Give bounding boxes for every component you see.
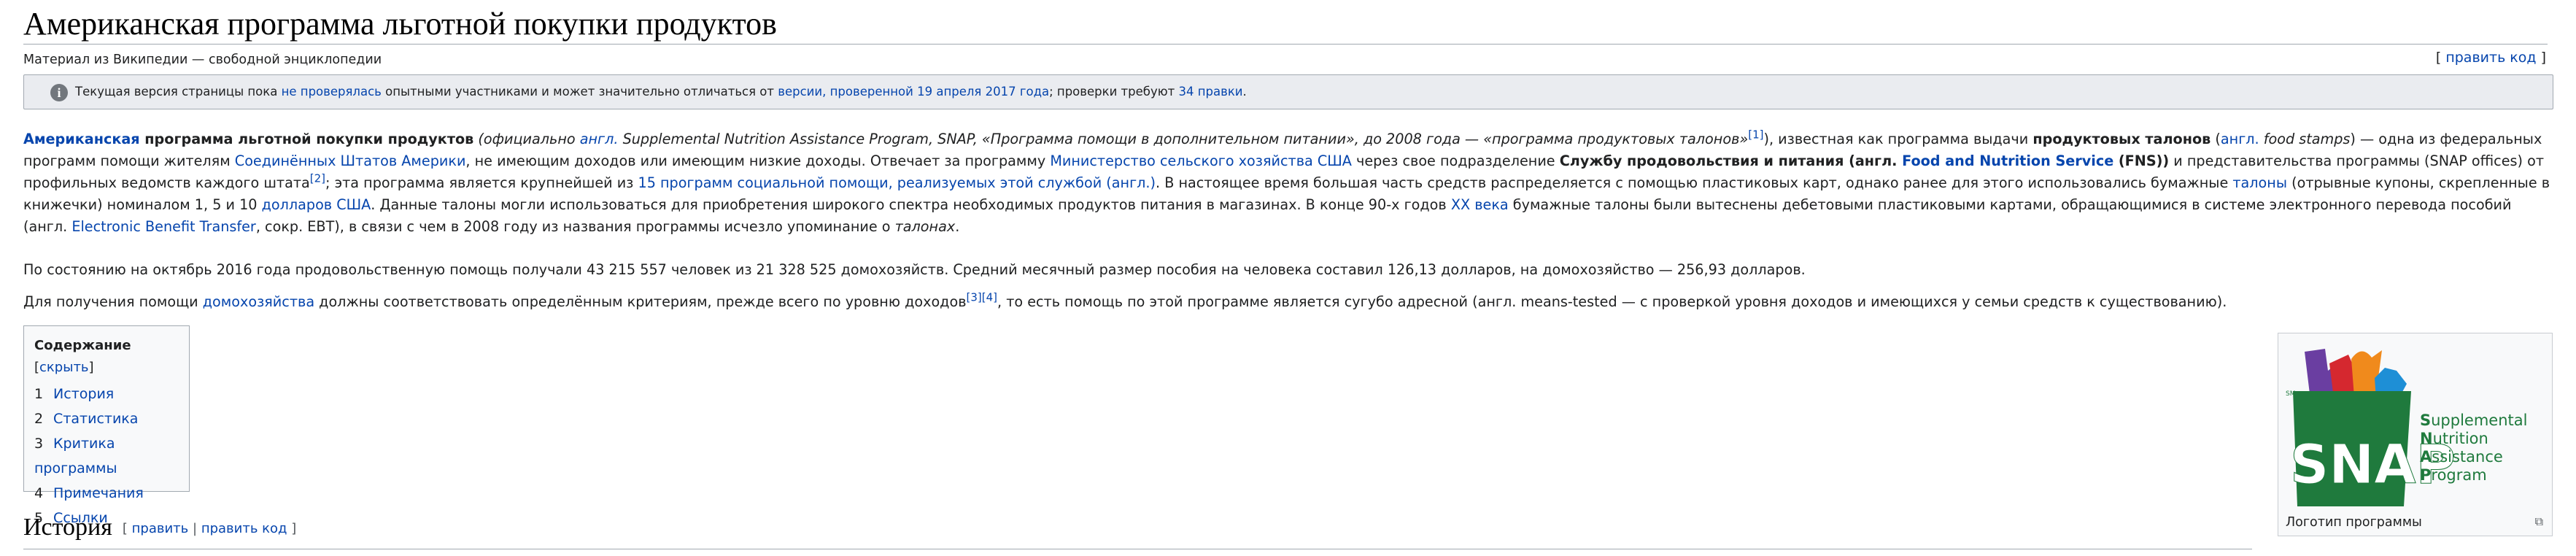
section-edit-link[interactable]: править bbox=[132, 521, 189, 536]
text: ; эта программа является крупнейшей из bbox=[325, 174, 638, 191]
logo-line: Program bbox=[2420, 466, 2487, 484]
info-icon: i bbox=[50, 84, 68, 101]
logo-letter: A bbox=[2420, 448, 2432, 466]
infobox: SM SNAP Supplemental Nutrition Assistanc… bbox=[2278, 333, 2553, 536]
text: . bbox=[955, 218, 960, 235]
italic-text: талонах bbox=[894, 218, 956, 235]
section-title: История bbox=[23, 514, 112, 541]
text: Supplemental Nutrition Assistance Progra… bbox=[618, 131, 1749, 147]
logo-letter: S bbox=[2420, 412, 2431, 429]
page-title: Американская программа льготной покупки … bbox=[23, 4, 2548, 45]
bold-food-stamps: продуктовых талонов bbox=[2032, 131, 2211, 147]
text: , не имеющим доходов или имеющим низкие … bbox=[465, 152, 1051, 169]
notice-version-link[interactable]: версии, проверенной 19 апреля 2017 года bbox=[778, 85, 1049, 99]
section-heading-history: История [ править | править код ] bbox=[23, 511, 2252, 549]
logo-line: Assistance bbox=[2420, 448, 2503, 466]
separator: | bbox=[193, 521, 198, 537]
edit-code-top: [ править код ] bbox=[2435, 50, 2546, 66]
toc-link-history[interactable]: История bbox=[53, 386, 114, 402]
link-engl[interactable]: англ. bbox=[580, 131, 619, 147]
section-edit-code-link[interactable]: править код bbox=[201, 521, 287, 536]
logo-line: Supplemental bbox=[2420, 412, 2527, 429]
link-households[interactable]: домохозяйства bbox=[203, 293, 314, 310]
link-20th-century[interactable]: XX века bbox=[1451, 196, 1509, 213]
notice-text: Текущая версия страницы пока bbox=[75, 85, 282, 99]
logo-line: Nutrition bbox=[2420, 430, 2488, 447]
text: через свое подразделение bbox=[1351, 152, 1560, 169]
text: (официально bbox=[473, 131, 580, 147]
toc-item[interactable]: 3 Критика программы bbox=[34, 431, 179, 481]
text: ( bbox=[2211, 131, 2221, 147]
toc-link-statistics[interactable]: Статистика bbox=[53, 411, 138, 427]
notice-edits-link[interactable]: 34 правки bbox=[1178, 85, 1242, 99]
text: ), известная как программа выдачи bbox=[1763, 131, 2033, 147]
toc-item[interactable]: 1 История bbox=[34, 382, 179, 406]
logo-word: utrition bbox=[2433, 430, 2488, 447]
toc-toggle: [скрыть] bbox=[34, 360, 94, 375]
logo-subtitle: Supplemental Nutrition Assistance Progra… bbox=[2420, 412, 2527, 484]
intro-paragraph: Американская программа льготной покупки … bbox=[23, 128, 2553, 238]
logo-letter: N bbox=[2420, 430, 2433, 447]
sm-mark: SM bbox=[2286, 390, 2295, 398]
snap-logo[interactable]: SM SNAP Supplemental Nutrition Assistanc… bbox=[2281, 337, 2548, 512]
text: Для получения помощи bbox=[23, 293, 203, 310]
toc-item[interactable]: 4 Примечания bbox=[34, 481, 179, 506]
text: . Данные талоны могли использоваться для… bbox=[371, 196, 1451, 213]
toc-number: 2 bbox=[34, 411, 44, 427]
bold-text: программа льготной покупки продуктов bbox=[139, 131, 474, 147]
link-fns[interactable]: Food and Nutrition Service bbox=[1902, 152, 2113, 169]
notice-text: опытными участниками и может значительно… bbox=[381, 85, 778, 99]
review-notice: i Текущая версия страницы пока не провер… bbox=[23, 74, 2553, 109]
enlarge-icon[interactable]: ⧉ bbox=[2535, 514, 2543, 529]
text: , то есть помощь по этой программе являе… bbox=[997, 293, 2227, 310]
ref-3[interactable]: [3] bbox=[967, 291, 982, 304]
section-edit-links: [ править | править код ] bbox=[122, 521, 297, 537]
notice-text: ; проверки требуют bbox=[1049, 85, 1179, 99]
italic-text: food stamps bbox=[2259, 131, 2351, 147]
link-american[interactable]: Американская bbox=[23, 131, 140, 147]
table-of-contents: Содержание [скрыть] 1 История 2 Статисти… bbox=[23, 325, 190, 526]
link-usa[interactable]: Соединённых Штатов Америки bbox=[235, 152, 466, 169]
logo-word: upplemental bbox=[2431, 412, 2527, 429]
infobox-caption: Логотип программы bbox=[2286, 515, 2422, 530]
logo-letter: P bbox=[2420, 466, 2431, 484]
stats-paragraph: По состоянию на октябрь 2016 года продов… bbox=[23, 261, 1806, 278]
toc-number: 4 bbox=[34, 485, 44, 501]
toc-number: 3 bbox=[34, 436, 44, 452]
ref-1[interactable]: [1] bbox=[1748, 128, 1763, 142]
bold-text: Службу продовольствия и питания (англ. bbox=[1559, 152, 1903, 169]
link-engl-2[interactable]: англ. bbox=[2221, 131, 2259, 147]
toc-item[interactable]: 2 Статистика bbox=[34, 406, 179, 431]
link-15-programs[interactable]: 15 программ социальной помощи, реализуем… bbox=[638, 174, 1156, 191]
toc-list: 1 История 2 Статистика 3 Критика програм… bbox=[34, 382, 179, 530]
toc-hide-link[interactable]: скрыть bbox=[39, 360, 89, 375]
link-usd[interactable]: долларов США bbox=[262, 196, 371, 213]
logo-word: ssistance bbox=[2432, 448, 2503, 466]
link-ebt[interactable]: Electronic Benefit Transfer bbox=[71, 218, 255, 235]
text: . В настоящее время большая часть средст… bbox=[1156, 174, 2233, 191]
bold-text: (FNS)) bbox=[2113, 152, 2170, 169]
toc-number: 1 bbox=[34, 386, 44, 402]
logo-word: rogram bbox=[2431, 466, 2486, 484]
ref-4[interactable]: [4] bbox=[982, 291, 997, 304]
toc-header: Содержание [скрыть] bbox=[34, 335, 179, 379]
text: , сокр. EBT), в связи с чем в 2008 году … bbox=[255, 218, 895, 235]
site-tagline: Материал из Википедии — свободной энцикл… bbox=[23, 53, 382, 67]
notice-unchecked-link[interactable]: не проверялась bbox=[282, 85, 382, 99]
notice-text: . bbox=[1242, 85, 1247, 99]
ref-2[interactable]: [2] bbox=[310, 172, 325, 185]
toc-link-notes[interactable]: Примечания bbox=[53, 485, 144, 501]
text: должны соответствовать определённым крит… bbox=[314, 293, 967, 310]
criteria-paragraph: Для получения помощи домохозяйства должн… bbox=[23, 291, 2553, 313]
edit-code-link[interactable]: править код bbox=[2445, 50, 2536, 66]
link-coupons[interactable]: талоны bbox=[2232, 174, 2287, 191]
link-usda[interactable]: Министерство сельского хозяйства США bbox=[1050, 152, 1352, 169]
toc-title: Содержание bbox=[34, 338, 131, 353]
